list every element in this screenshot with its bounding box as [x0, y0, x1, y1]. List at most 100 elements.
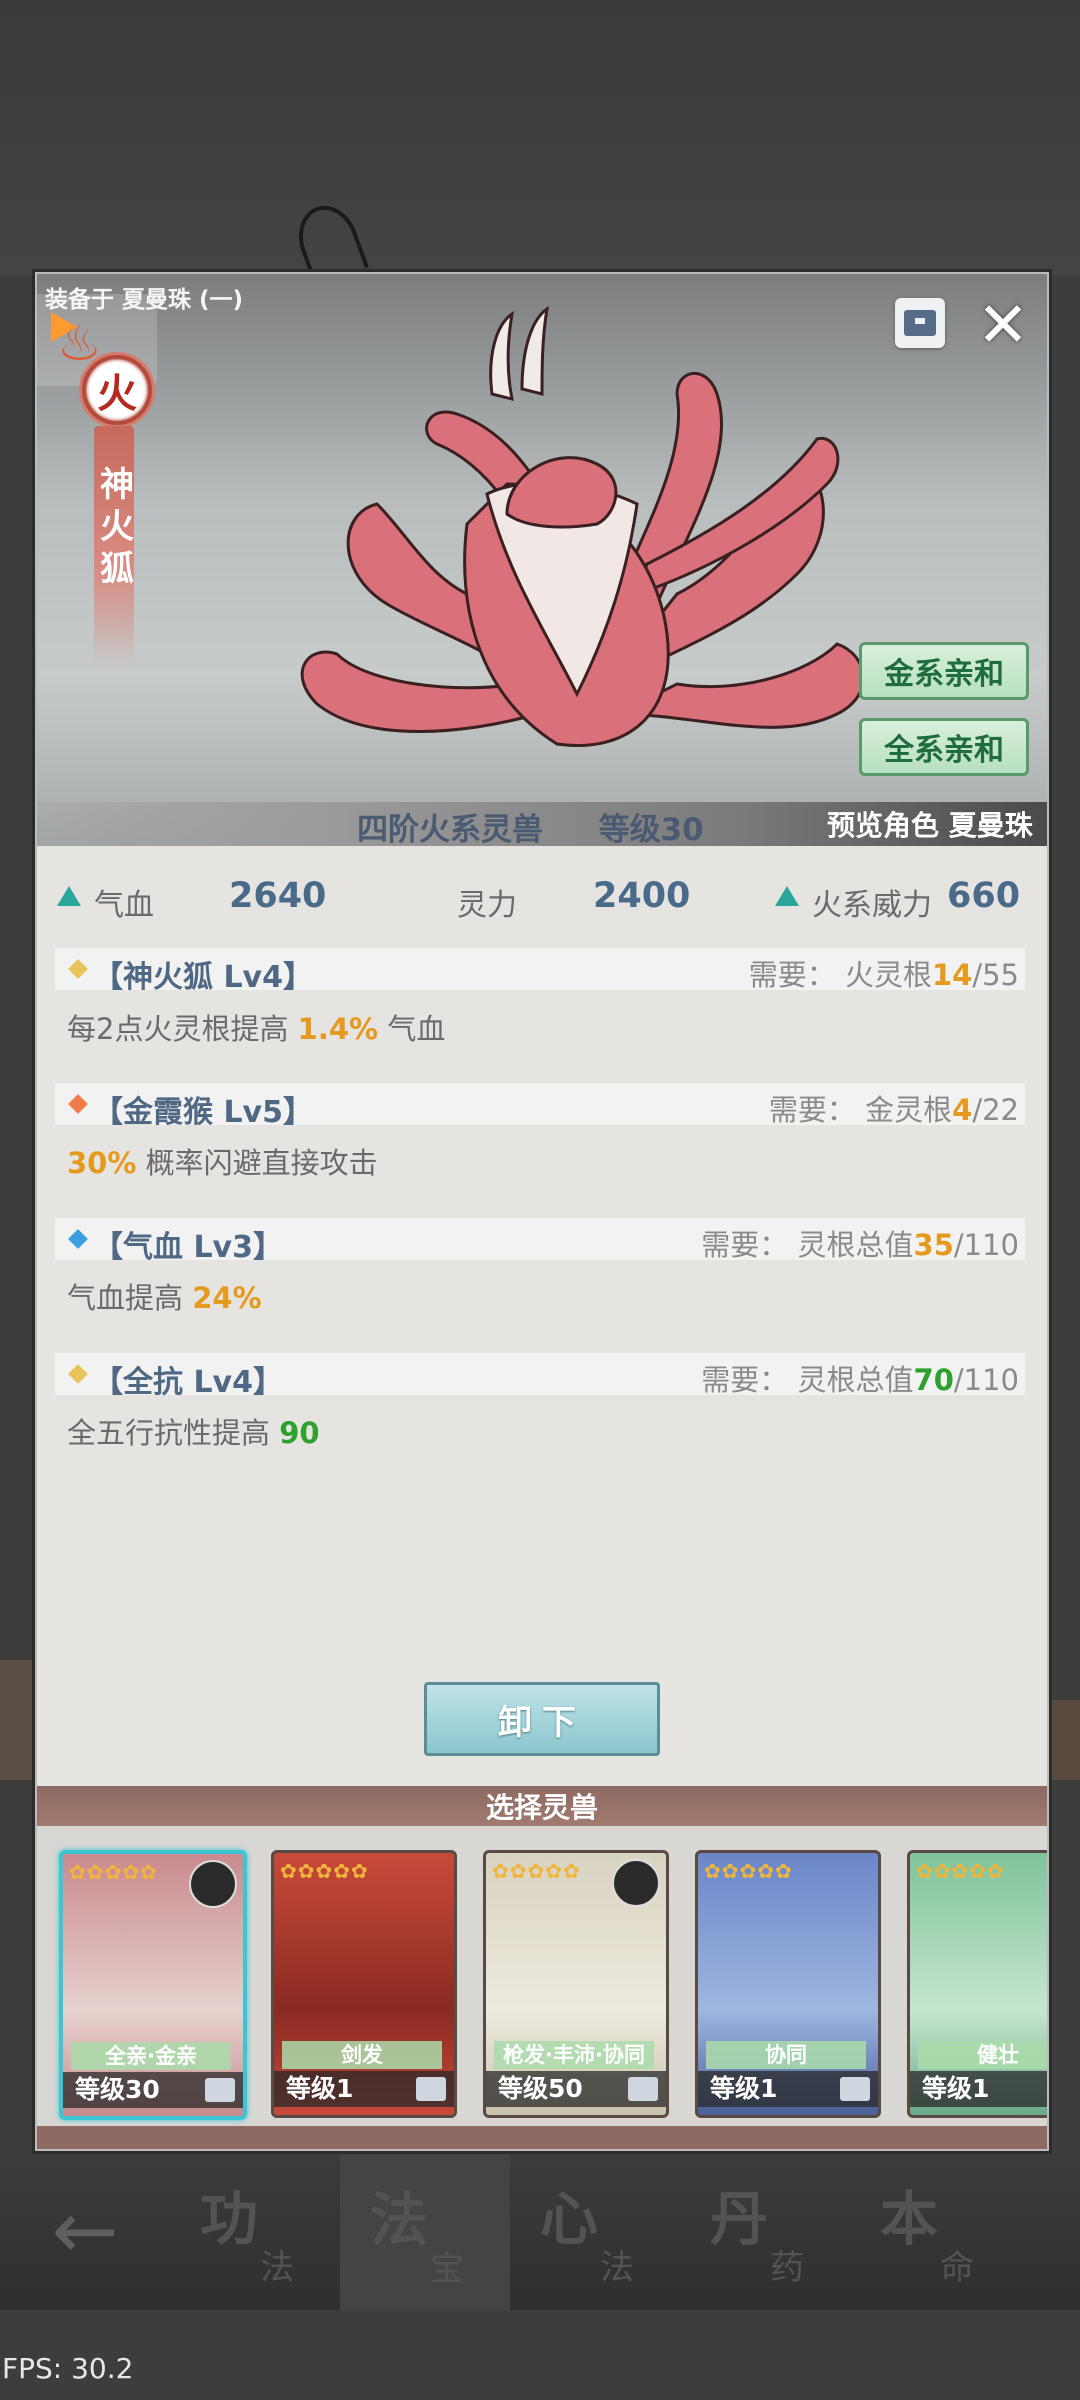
nav-item-big-char: 本	[880, 2185, 939, 2253]
req-type: 火灵根	[844, 958, 932, 992]
skill-name: 【气血 Lv3】	[93, 1230, 283, 1265]
preview-character: 预览角色 夏曼珠	[827, 809, 1033, 842]
beast-name-char: 神	[100, 465, 134, 505]
beast-card[interactable]: ✿✿✿✿✿ 协同 等级1	[695, 1850, 881, 2118]
star-rank-icons: ✿✿✿✿✿	[69, 1860, 158, 1884]
beast-level: 等级30	[598, 812, 704, 846]
affinity-tag-all[interactable]: 全系亲和	[859, 718, 1029, 776]
desc-value: 24%	[192, 1281, 262, 1315]
fox-horn	[520, 305, 550, 396]
stat-label-fire-power: 火系威力	[812, 888, 932, 923]
stat-value-fire-power: 660	[947, 876, 1021, 916]
diamond-icon	[68, 959, 88, 979]
nav-item-gongfa[interactable]: 功 法	[170, 2150, 340, 2310]
beast-card-tag: 协同	[706, 2041, 866, 2069]
skill-requirement: 需要： 灵根总值70/110	[701, 1357, 1019, 1399]
nav-item-small-char: 宝	[430, 2249, 464, 2289]
nav-item-benming[interactable]: 本 命	[850, 2150, 1020, 2310]
req-current: 70	[913, 1363, 954, 1397]
req-max: /110	[953, 1363, 1019, 1397]
skill-name: 【全抗 Lv4】	[93, 1365, 283, 1400]
star-rank-icons: ✿✿✿✿✿	[280, 1859, 369, 1883]
close-icon[interactable]: ✕	[977, 294, 1029, 356]
req-label: 需要：	[701, 1228, 789, 1262]
beast-name-char: 火	[100, 507, 134, 547]
up-triangle-icon	[775, 886, 799, 906]
beast-card[interactable]: ✿✿✿✿✿ 枪发·丰沛·协同 等级50	[483, 1850, 669, 2118]
beast-card-list[interactable]: ✿✿✿✿✿ 全亲·金亲 等级30 ✿✿✿✿✿ 剑发 等级1 ✿✿✿✿✿ 枪发·丰…	[37, 1826, 1047, 2126]
nav-item-fabao[interactable]: 法 宝	[340, 2149, 510, 2311]
skill-name: 【金霞猴 Lv5】	[93, 1095, 313, 1130]
panel-bottom-edge	[37, 2126, 1047, 2149]
skill-header: 【气血 Lv3】 需要： 灵根总值35/110	[55, 1218, 1025, 1265]
background-scene	[0, 0, 1080, 275]
beast-card[interactable]: ✿✿✿✿✿ 健壮 等级1	[907, 1850, 1047, 2118]
beast-card-tag: 健壮	[918, 2041, 1047, 2069]
back-arrow-icon[interactable]: ←	[0, 2150, 170, 2310]
skill-description: 气血提高 24%	[67, 1275, 262, 1317]
nav-item-big-char: 功	[200, 2185, 259, 2253]
req-type: 金灵根	[865, 1093, 953, 1127]
avatar	[189, 1860, 237, 1908]
background-panel-edge-left	[0, 1660, 40, 1780]
affinity-tag-metal[interactable]: 金系亲和	[859, 642, 1029, 700]
beast-tier-label: 四阶火系灵兽	[357, 812, 543, 846]
desc-text: 气血	[378, 1012, 446, 1046]
chest-icon	[904, 310, 936, 336]
skill-requirement: 需要： 灵根总值35/110	[701, 1222, 1019, 1264]
desc-text: 概率闪避直接攻击	[136, 1146, 378, 1180]
nav-item-small-char: 命	[940, 2248, 974, 2288]
stat-label-hp: 气血	[94, 888, 154, 923]
diamond-icon	[68, 1229, 88, 1249]
chest-icon	[628, 2077, 658, 2101]
stats-row: 气血 2640 灵力 2400 火系威力 660	[37, 872, 1047, 923]
desc-text: 气血提高	[67, 1281, 193, 1315]
skill-header: 【神火狐 Lv4】 需要： 火灵根14/55	[55, 948, 1025, 995]
beast-hero-area: ♨ 装备于 夏曼珠 (一) 火 神 火 狐 ✕ 金系亲和 全系亲和 四阶火系灵兽…	[37, 274, 1047, 846]
skill-requirement: 需要： 金灵根4/22	[769, 1087, 1019, 1129]
star-rank-icons: ✿✿✿✿✿	[492, 1859, 581, 1883]
equipped-to-label: 装备于 夏曼珠 (一)	[45, 287, 244, 313]
req-type: 灵根总值	[797, 1363, 914, 1397]
desc-value: 1.4%	[297, 1012, 379, 1046]
req-current: 14	[931, 958, 973, 992]
nav-item-danyao[interactable]: 丹 药	[680, 2150, 850, 2310]
bottom-nav: ← 功 法 法 宝 心 法 丹 药 本 命	[0, 2149, 1080, 2311]
star-rank-icons: ✿✿✿✿✿	[704, 1859, 793, 1883]
nav-item-small-char: 法	[260, 2248, 294, 2288]
stat-value-hp: 2640	[229, 876, 327, 916]
desc-value: 90	[279, 1416, 320, 1450]
skill-description: 30% 概率闪避直接攻击	[67, 1140, 378, 1182]
nav-item-big-char: 法	[370, 2186, 429, 2254]
beast-card-tag: 全亲·金亲	[71, 2042, 231, 2070]
beast-name-vertical: 神 火 狐	[99, 464, 135, 590]
up-triangle-icon	[57, 886, 81, 906]
req-label: 需要：	[701, 1363, 789, 1397]
chest-icon	[840, 2077, 870, 2101]
beast-card-tag: 枪发·丰沛·协同	[494, 2041, 654, 2069]
skill-description: 全五行抗性提高 90	[67, 1410, 320, 1452]
req-type: 灵根总值	[797, 1228, 914, 1262]
chest-icon	[205, 2078, 235, 2102]
diamond-icon	[68, 1094, 88, 1114]
skill-header: 【全抗 Lv4】 需要： 灵根总值70/110	[55, 1353, 1025, 1400]
beast-card[interactable]: ✿✿✿✿✿ 全亲·金亲 等级30	[59, 1850, 247, 2120]
avatar	[612, 1859, 660, 1907]
beast-tier: 四阶火系灵兽 等级30	[357, 804, 704, 846]
nav-item-xinfa[interactable]: 心 法	[510, 2150, 680, 2310]
fps-counter: FPS: 30.2	[2, 2352, 134, 2385]
skill-requirement: 需要： 火灵根14/55	[749, 952, 1019, 994]
spirit-beast-panel: ♨ 装备于 夏曼珠 (一) 火 神 火 狐 ✕ 金系亲和 全系亲和 四阶火系灵兽…	[35, 272, 1049, 2151]
beast-card-level: 等级1	[910, 2071, 1047, 2107]
star-rank-icons: ✿✿✿✿✿	[916, 1859, 1005, 1883]
unequip-button[interactable]: 卸下	[424, 1682, 660, 1756]
storage-button[interactable]	[895, 298, 945, 348]
beast-name-char: 狐	[100, 549, 134, 589]
select-beast-title: 选择灵兽	[37, 1786, 1047, 1826]
desc-text: 每2点火灵根提高	[67, 1012, 298, 1046]
beast-card[interactable]: ✿✿✿✿✿ 剑发 等级1	[271, 1850, 457, 2118]
req-label: 需要：	[748, 958, 836, 992]
skill-header: 【金霞猴 Lv5】 需要： 金灵根4/22	[55, 1083, 1025, 1130]
skill-name: 【神火狐 Lv4】	[93, 960, 313, 995]
req-current: 35	[913, 1228, 954, 1262]
